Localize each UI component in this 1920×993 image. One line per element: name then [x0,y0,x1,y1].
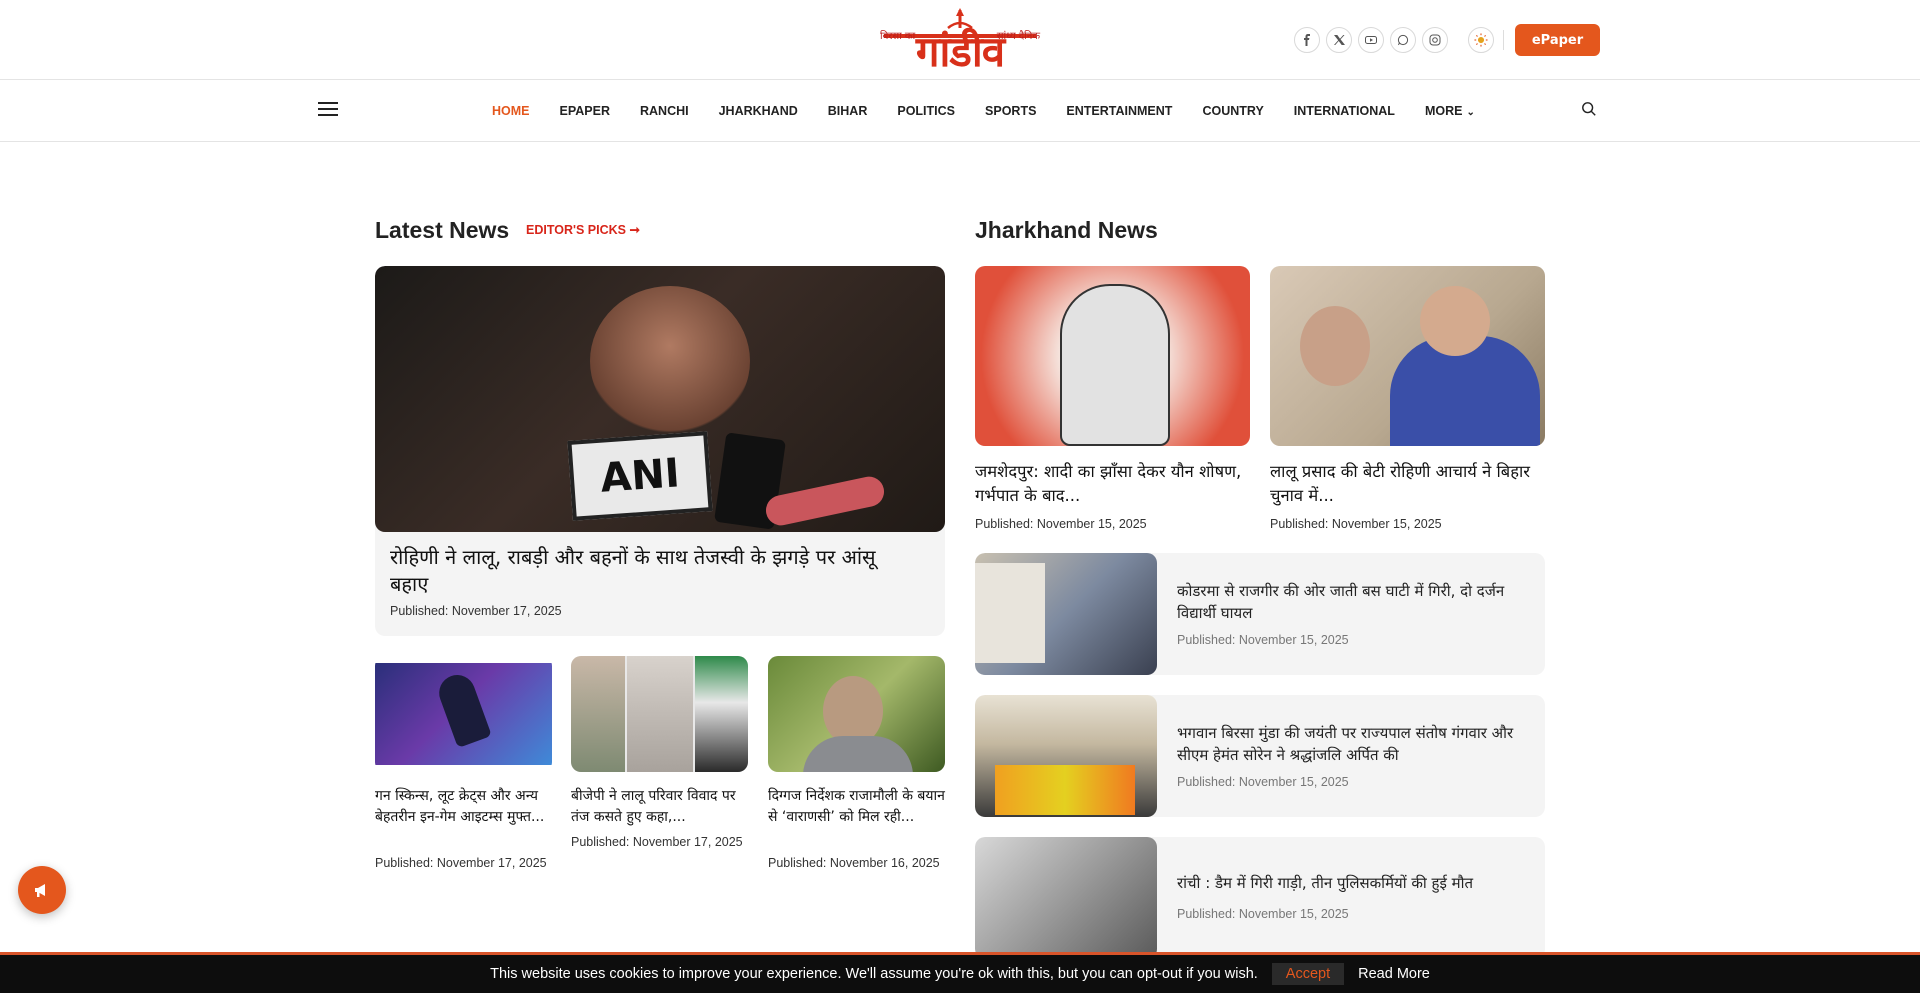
image-figure-shape [1060,284,1170,446]
article-image[interactable] [975,837,1157,959]
site-logo[interactable]: बिरसा का सांध्य दैनिक गांडीव [878,8,1042,76]
article-date: Published: November 15, 2025 [1177,775,1349,789]
article-title[interactable]: जमशेदपुर: शादी का झाँसा देकर यौन शोषण, ग… [975,460,1250,508]
main-navbar: HOME EPAPER RANCHI JHARKHAND BIHAR POLIT… [0,80,1920,142]
featured-article-card[interactable]: ANI रोहिणी ने लालू, राबड़ी और बहनों के स… [375,266,945,636]
cookie-read-more-link[interactable]: Read More [1358,966,1430,982]
article-image[interactable] [975,695,1157,817]
nav-item-epaper[interactable]: EPAPER [560,104,610,118]
nav-item-more[interactable]: MORE ⌄ [1425,104,1475,118]
article-image[interactable] [768,656,945,772]
article-image[interactable] [1270,266,1545,446]
image-body-shape [803,736,913,772]
editors-picks-link[interactable]: EDITOR'S PICKS ➞ [526,222,640,237]
list-article-card[interactable]: कोडरमा से राजगीर की ओर जाती बस घाटी में … [975,553,1545,675]
notification-megaphone-icon[interactable] [18,866,66,914]
image-face-shape [1420,286,1490,356]
featured-article-date: Published: November 17, 2025 [390,604,562,618]
jharkhand-news-title: Jharkhand News [975,217,1158,243]
search-icon[interactable] [1581,101,1599,119]
cookie-message: This website uses cookies to improve you… [490,966,1258,982]
article-date: Published: November 17, 2025 [375,856,547,870]
article-date: Published: November 17, 2025 [571,835,743,849]
article-title[interactable]: बीजेपी ने लालू परिवार विवाद पर तंज कसते … [571,786,748,828]
ani-microphone-shape: ANI [567,431,713,521]
x-twitter-icon[interactable] [1326,27,1352,53]
latest-news-title: Latest News [375,217,510,243]
instagram-icon[interactable] [1422,27,1448,53]
article-title[interactable]: कोडरमा से राजगीर की ओर जाती बस घाटी में … [1177,580,1532,624]
article-date: Published: November 16, 2025 [768,856,940,870]
nav-item-entertainment[interactable]: ENTERTAINMENT [1066,104,1172,118]
epaper-button[interactable]: ePaper [1515,24,1600,56]
article-title[interactable]: दिग्गज निर्देशक राजामौली के बयान से ‘वार… [768,786,945,828]
image-panel-left [571,656,625,772]
article-image[interactable] [375,656,552,772]
menu-hamburger-icon[interactable] [318,102,338,118]
article-image[interactable] [975,553,1157,675]
social-links [1294,27,1448,53]
nav-item-politics[interactable]: POLITICS [897,104,955,118]
article-title[interactable]: रांची : डैम में गिरी गाड़ी, तीन पुलिसकर्… [1177,872,1532,894]
top-header: बिरसा का सांध्य दैनिक गांडीव ePaper [0,0,1920,80]
image-flowers-shape [995,765,1135,815]
article-date: Published: November 15, 2025 [1177,907,1349,921]
nav-item-sports[interactable]: SPORTS [985,104,1036,118]
facebook-icon[interactable] [1294,27,1320,53]
chevron-down-icon: ⌄ [1466,107,1475,118]
cookie-consent-bar: This website uses cookies to improve you… [0,952,1920,993]
nav-item-ranchi[interactable]: RANCHI [640,104,689,118]
article-title[interactable]: गन स्किन्स, लूट क्रेट्स और अन्य बेहतरीन … [375,786,552,828]
nav-item-jharkhand[interactable]: JHARKHAND [719,104,798,118]
article-image[interactable] [975,266,1250,446]
image-panel-center [627,656,693,772]
image-bus-shape [975,563,1045,663]
article-date: Published: November 15, 2025 [1177,633,1349,647]
article-date: Published: November 15, 2025 [975,517,1147,531]
whatsapp-icon[interactable] [1390,27,1416,53]
mic-shape [763,473,887,529]
list-article-card[interactable]: भगवान बिरसा मुंडा की जयंती पर राज्यपाल स… [975,695,1545,817]
ani-mic-text: ANI [598,450,682,502]
article-image[interactable] [571,656,748,772]
article-date: Published: November 15, 2025 [1270,517,1442,531]
image-face-shape [1300,306,1370,386]
nav-item-international[interactable]: INTERNATIONAL [1294,104,1395,118]
nav-item-bihar[interactable]: BIHAR [828,104,868,118]
list-article-card[interactable]: रांची : डैम में गिरी गाड़ी, तीन पुलिसकर्… [975,837,1545,959]
featured-article-image[interactable]: ANI [375,266,945,532]
article-title[interactable]: लालू प्रसाद की बेटी रोहिणी आचार्य ने बिह… [1270,460,1545,508]
nav-item-country[interactable]: COUNTRY [1202,104,1263,118]
image-face-shape [590,286,750,436]
nav-menu: HOME EPAPER RANCHI JHARKHAND BIHAR POLIT… [492,80,1505,142]
theme-toggle-sun-icon[interactable] [1468,27,1494,53]
image-panel-right [695,656,748,772]
logo-wordmark: गांडीव [915,27,1005,76]
article-title[interactable]: भगवान बिरसा मुंडा की जयंती पर राज्यपाल स… [1177,722,1532,766]
youtube-icon[interactable] [1358,27,1384,53]
nav-item-home[interactable]: HOME [492,104,530,118]
header-divider [1503,30,1504,50]
nav-item-more-label: MORE [1424,104,1463,118]
featured-article-title[interactable]: रोहिणी ने लालू, राबड़ी और बहनों के साथ त… [390,544,910,598]
cookie-accept-button[interactable]: Accept [1271,963,1345,985]
